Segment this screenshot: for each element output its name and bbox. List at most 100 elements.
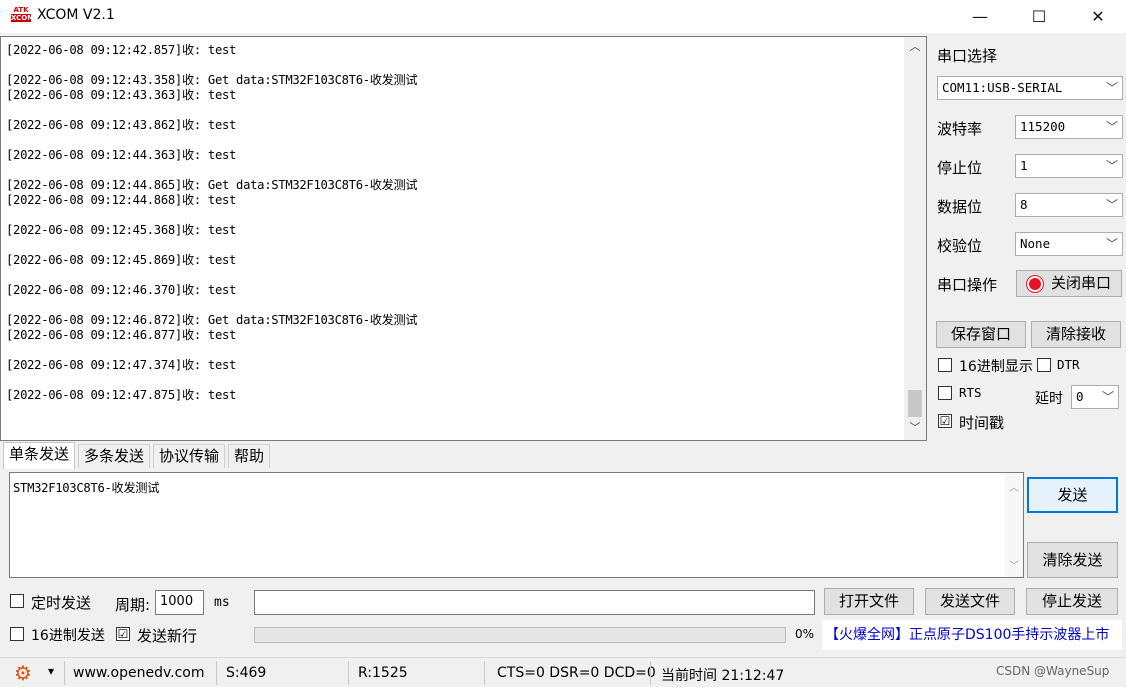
stop-bits-value: 1: [1020, 158, 1028, 173]
tab-single-send[interactable]: 单条发送: [3, 442, 76, 469]
receive-line: [2022-06-08 09:12:45.368]收: test: [6, 223, 237, 237]
chevron-down-icon: ﹀: [1101, 390, 1114, 404]
app-icon-text-bottom: XCOM: [11, 14, 35, 22]
port-select-label: 串口选择: [937, 47, 998, 65]
delay-label: 延时: [1035, 391, 1063, 407]
receive-line: [2022-06-08 09:12:44.868]收: test: [6, 193, 237, 207]
receive-line: [2022-06-08 09:12:46.877]收: test: [6, 328, 237, 342]
receive-line: [6, 343, 417, 358]
receive-line: [2022-06-08 09:12:47.875]收: test: [6, 388, 237, 402]
receive-line: [6, 103, 417, 118]
parity-value: None: [1020, 236, 1051, 251]
save-window-button[interactable]: 保存窗口: [936, 321, 1026, 348]
receive-line: [2022-06-08 09:12:44.865]收: Get data:STM…: [6, 178, 418, 192]
timestamp-checkbox[interactable]: ☑: [938, 414, 952, 428]
receive-log: [2022-06-08 09:12:42.857]收: test [2022-06…: [6, 43, 418, 403]
send-progress-bar: [254, 627, 786, 643]
chevron-down-icon[interactable]: ▾: [48, 664, 54, 678]
receive-line: [6, 238, 417, 253]
close-port-label: 关闭串口: [1050, 274, 1111, 292]
send-input[interactable]: STM32F103C8T6-收发测试 ︿ ﹀: [9, 472, 1024, 578]
scroll-up-icon[interactable]: ︿: [904, 37, 926, 57]
receive-line: [2022-06-08 09:12:43.862]收: test: [6, 118, 237, 132]
send-progress-percent: 0%: [795, 627, 815, 641]
hex-display-checkbox[interactable]: [938, 358, 952, 372]
chevron-down-icon: ﹀: [1105, 120, 1118, 134]
file-path-input[interactable]: [254, 590, 815, 615]
stop-bits-label: 停止位: [937, 159, 983, 177]
send-button[interactable]: 发送: [1027, 477, 1118, 513]
hex-send-checkbox[interactable]: [10, 627, 24, 641]
timed-send-label: 定时发送: [31, 594, 92, 612]
data-bits-select[interactable]: 8 ﹀: [1015, 193, 1123, 217]
chevron-down-icon: ﹀: [1105, 159, 1118, 173]
receive-line: [2022-06-08 09:12:43.358]收: Get data:STM…: [6, 73, 418, 87]
website-link[interactable]: www.openedv.com: [73, 665, 205, 681]
app-icon-text-top: ATK: [13, 6, 29, 14]
xcom-app-icon: ATK XCOM: [11, 6, 35, 24]
chevron-down-icon: ﹀: [1105, 81, 1118, 95]
receive-line: [2022-06-08 09:12:42.857]收: test: [6, 43, 237, 57]
tab-help[interactable]: 帮助: [228, 444, 271, 468]
dtr-checkbox[interactable]: [1037, 358, 1051, 372]
gear-icon[interactable]: ⚙: [14, 661, 32, 685]
open-file-button[interactable]: 打开文件: [824, 588, 914, 615]
send-file-button[interactable]: 发送文件: [925, 588, 1015, 615]
receive-line: [2022-06-08 09:12:44.363]收: test: [6, 148, 237, 162]
minimize-icon[interactable]: —: [957, 0, 1003, 33]
timestamp-label: 时间戳: [959, 414, 1005, 432]
timed-send-checkbox[interactable]: [10, 594, 24, 608]
window-title: XCOM V2.1: [37, 7, 115, 23]
parity-label: 校验位: [937, 237, 983, 255]
delay-value: 0: [1076, 389, 1084, 404]
maximize-icon[interactable]: ☐: [1016, 0, 1062, 33]
scroll-thumb[interactable]: [908, 390, 922, 417]
send-newline-checkbox[interactable]: ☑: [116, 627, 130, 641]
baud-value: 115200: [1020, 119, 1066, 134]
received-count: R:1525: [358, 665, 408, 681]
receive-line: [6, 163, 417, 178]
period-input[interactable]: 1000: [155, 590, 204, 615]
scroll-up-icon[interactable]: ︿: [1005, 479, 1023, 494]
baud-select[interactable]: 115200 ﹀: [1015, 115, 1123, 139]
data-bits-label: 数据位: [937, 198, 983, 216]
hex-send-label: 16进制发送: [31, 628, 105, 644]
delay-select[interactable]: 0 ﹀: [1071, 385, 1119, 409]
chevron-down-icon: ﹀: [1105, 198, 1118, 212]
receive-line: [2022-06-08 09:12:46.872]收: Get data:STM…: [6, 313, 418, 327]
rts-checkbox[interactable]: [938, 386, 952, 400]
receive-line: [6, 133, 417, 148]
receive-line: [2022-06-08 09:12:46.370]收: test: [6, 283, 237, 297]
receive-area[interactable]: [2022-06-08 09:12:42.857]收: test [2022-06…: [0, 36, 927, 441]
tab-multi-send[interactable]: 多条发送: [78, 444, 151, 468]
promo-link[interactable]: 【火爆全网】正点原子DS100手持示波器上市: [822, 620, 1122, 650]
receive-line: [2022-06-08 09:12:43.363]收: test: [6, 88, 237, 102]
send-newline-label: 发送新行: [137, 627, 198, 645]
stop-send-button[interactable]: 停止发送: [1026, 588, 1118, 615]
tab-protocol[interactable]: 协议传输: [153, 444, 226, 468]
stop-bits-select[interactable]: 1 ﹀: [1015, 154, 1123, 178]
parity-select[interactable]: None ﹀: [1015, 232, 1123, 256]
watermark: CSDN @WayneSup: [996, 664, 1110, 678]
sent-count: S:469: [226, 665, 267, 681]
close-icon[interactable]: ✕: [1075, 0, 1121, 33]
clear-receive-button[interactable]: 清除接收: [1031, 321, 1121, 348]
receive-line: [6, 58, 417, 73]
close-port-button[interactable]: 关闭串口: [1016, 270, 1122, 297]
send-scrollbar[interactable]: ︿ ﹀: [1005, 473, 1023, 577]
period-label: 周期:: [115, 596, 151, 614]
receive-line: [6, 268, 417, 283]
clear-send-button[interactable]: 清除发送: [1027, 542, 1118, 578]
receive-scrollbar[interactable]: ︿ ﹀: [904, 37, 926, 440]
port-select[interactable]: COM11:USB-SERIAL ﹀: [937, 76, 1123, 100]
current-time: 当前时间 21:12:47: [661, 668, 785, 684]
dtr-label: DTR: [1057, 357, 1080, 372]
receive-line: [2022-06-08 09:12:47.374]收: test: [6, 358, 237, 372]
receive-line: [6, 298, 417, 313]
port-select-value: COM11:USB-SERIAL: [942, 80, 1063, 95]
rts-label: RTS: [959, 385, 982, 400]
scroll-down-icon[interactable]: ﹀: [1005, 557, 1023, 572]
period-unit: ms: [214, 595, 230, 610]
chevron-down-icon: ﹀: [1105, 237, 1118, 251]
scroll-down-icon[interactable]: ﹀: [904, 418, 926, 438]
